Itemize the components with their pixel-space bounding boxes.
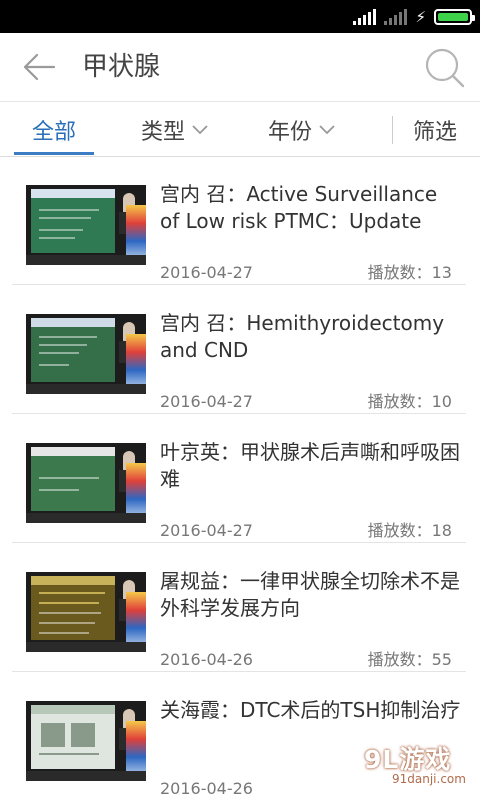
search-icon	[425, 48, 465, 88]
video-thumbnail	[26, 701, 146, 781]
back-button[interactable]	[22, 51, 56, 83]
video-date: 2016-04-27	[160, 392, 253, 411]
tab-all-label: 全部	[31, 119, 76, 145]
video-date: 2016-04-26	[160, 779, 253, 798]
watermark-logo: 9L游戏	[364, 745, 452, 774]
play-count: 播放数：55	[367, 650, 452, 669]
status-icons: ⚡	[353, 6, 475, 28]
video-date: 2016-04-26	[160, 650, 253, 669]
video-thumbnail	[26, 572, 146, 652]
list-item[interactable]: 宫内 召：Hemithyroidectomy and CND 2016-04-2…	[12, 286, 466, 414]
active-tab-indicator	[14, 152, 94, 155]
video-thumbnail	[26, 443, 146, 523]
play-count: 播放数：10	[367, 392, 452, 411]
list-item[interactable]: 宫内 召：Active Surveillance of Low risk PTM…	[12, 157, 466, 285]
tab-year[interactable]: 年份	[256, 102, 348, 157]
arrow-left-icon	[23, 53, 56, 81]
chevron-down-icon	[319, 124, 335, 134]
tab-type[interactable]: 类型	[130, 102, 220, 157]
slide-image	[31, 189, 115, 253]
battery-icon	[434, 9, 475, 25]
tab-divider	[392, 116, 393, 144]
video-title: 叶京英：甲状腺术后声嘶和呼吸困难	[160, 440, 460, 491]
page-title: 甲状腺	[82, 52, 161, 82]
tab-type-label: 类型	[140, 119, 185, 145]
charging-icon: ⚡	[415, 8, 426, 26]
video-list: 宫内 召：Active Surveillance of Low risk PTM…	[0, 157, 480, 800]
signal-secondary-icon	[384, 9, 408, 25]
tab-all[interactable]: 全部	[14, 102, 94, 157]
video-title: 关海霞：DTC术后的TSH抑制治疗	[160, 698, 461, 722]
play-count: 播放数：13	[367, 263, 452, 282]
site-watermark: 9L游戏 91danji.com	[364, 740, 468, 790]
video-title: 屠规益：一律甲状腺全切除术不是外科学发展方向	[160, 569, 460, 620]
watermark-url: 91danji.com	[392, 772, 466, 786]
slide-image	[31, 447, 115, 511]
video-title: 宫内 召：Active Surveillance of Low risk PTM…	[160, 182, 438, 233]
video-date: 2016-04-27	[160, 521, 253, 540]
video-title: 宫内 召：Hemithyroidectomy and CND	[160, 311, 445, 362]
chevron-down-icon	[192, 124, 208, 134]
list-item[interactable]: 屠规益：一律甲状腺全切除术不是外科学发展方向 2016-04-26 播放数：55	[12, 544, 466, 672]
slide-image	[31, 576, 115, 640]
slide-image	[31, 318, 115, 382]
filter-tabs: 全部 类型 年份 筛选	[0, 101, 480, 157]
status-bar: ⚡	[0, 0, 480, 33]
tab-filter[interactable]: 筛选	[396, 102, 474, 157]
play-count: 播放数：18	[367, 521, 452, 540]
video-thumbnail	[26, 185, 146, 265]
search-button[interactable]	[424, 47, 466, 89]
signal-icon	[353, 9, 377, 25]
tab-filter-label: 筛选	[412, 119, 457, 145]
video-thumbnail	[26, 314, 146, 394]
list-item[interactable]: 叶京英：甲状腺术后声嘶和呼吸困难 2016-04-27 播放数：18	[12, 415, 466, 543]
video-date: 2016-04-27	[160, 263, 253, 282]
top-bar: 甲状腺	[0, 33, 480, 101]
tab-year-label: 年份	[267, 119, 312, 145]
slide-image	[31, 705, 115, 769]
